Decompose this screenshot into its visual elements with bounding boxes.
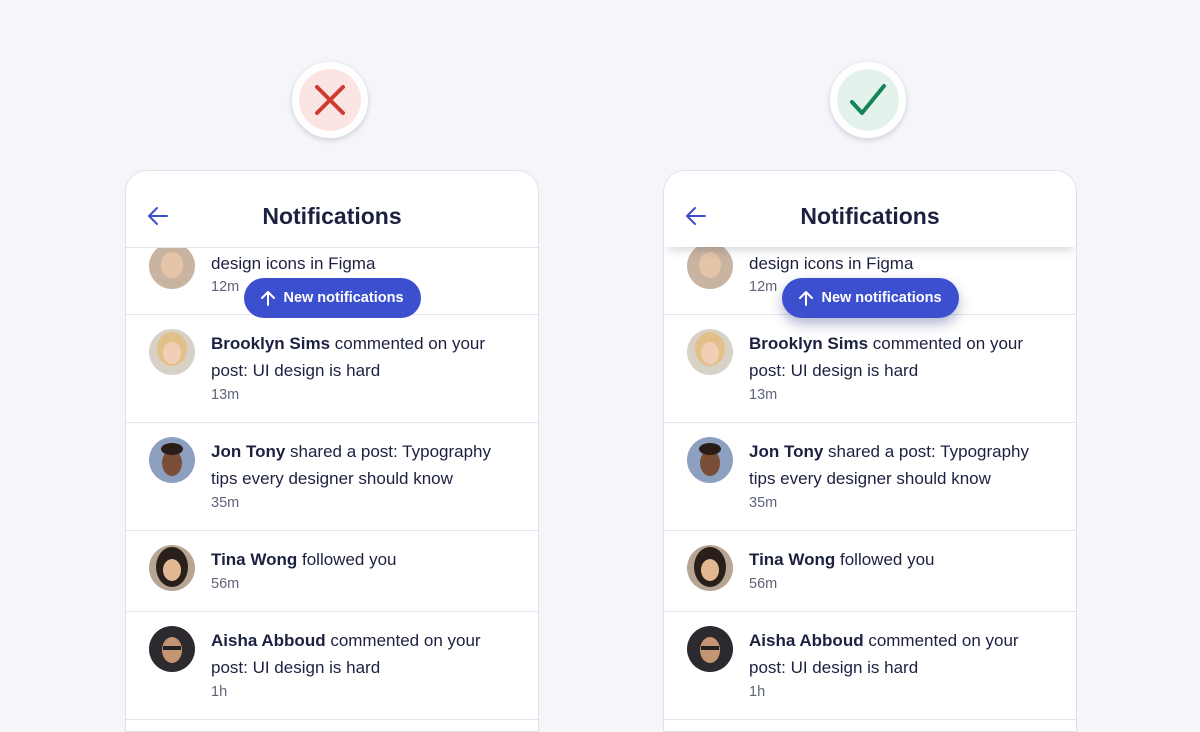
x-icon: [315, 85, 345, 115]
timestamp: 12m: [211, 279, 240, 295]
notification-text: Brooklyn Sims commented on your post: UI…: [749, 334, 1024, 380]
timestamp: 1h: [211, 684, 228, 700]
avatar: [687, 329, 733, 375]
page-title: Notifications: [800, 203, 940, 229]
list-item[interactable]: Aisha Abboud commented on your post: UI …: [664, 612, 1076, 720]
timestamp: 56m: [749, 576, 778, 592]
notification-text: design icons in Figma: [749, 254, 914, 273]
list-item[interactable]: Aisha Abboud commented on your post: UI …: [126, 612, 538, 720]
avatar: [687, 626, 733, 672]
notifications-screen-incorrect: Notifications design icons in Figma 12m …: [125, 170, 539, 732]
notification-text: Tina Wong followed you: [749, 550, 935, 569]
avatar: [149, 329, 195, 375]
avatar: [149, 243, 195, 289]
notification-text: design icons in Figma: [211, 254, 376, 273]
timestamp: 1h: [749, 684, 766, 700]
avatar: [687, 545, 733, 591]
notification-text: Jon Tony shared a post: Typography tips …: [211, 442, 492, 488]
correct-example-badge: [830, 62, 906, 138]
arrow-up-icon: [799, 291, 814, 306]
notification-text: Tina Wong followed you: [211, 550, 397, 569]
notification-text: Jon Tony shared a post: Typography tips …: [749, 442, 1030, 488]
notifications-screen-correct: Notifications design icons in Figma 12m …: [663, 170, 1077, 732]
timestamp: 35m: [749, 495, 778, 511]
list-item[interactable]: Brooklyn Sims commented on your post: UI…: [664, 315, 1076, 423]
list-item[interactable]: Tina Wong followed you 56m: [664, 531, 1076, 612]
timestamp: 13m: [211, 387, 240, 403]
notification-text: Aisha Abboud commented on your post: UI …: [211, 631, 481, 677]
list-item[interactable]: Jon Tony shared a post: Typography tips …: [126, 423, 538, 531]
header: Notifications: [126, 171, 538, 248]
checkmark-icon: [850, 84, 886, 115]
new-notifications-button[interactable]: New notifications: [782, 278, 959, 318]
timestamp: 12m: [749, 279, 778, 295]
avatar: [687, 437, 733, 483]
timestamp: 13m: [749, 387, 778, 403]
list-item[interactable]: Brooklyn Sims commented on your post: UI…: [126, 315, 538, 423]
avatar: [149, 626, 195, 672]
new-notifications-button[interactable]: New notifications: [244, 278, 421, 318]
header: Notifications: [664, 171, 1076, 247]
incorrect-example-badge: [292, 62, 368, 138]
page-title: Notifications: [262, 203, 402, 229]
new-notifications-label: New notifications: [283, 290, 404, 306]
timestamp: 35m: [211, 495, 240, 511]
arrow-up-icon: [261, 291, 276, 306]
notification-text: Brooklyn Sims commented on your post: UI…: [211, 334, 486, 380]
list-item[interactable]: Jon Tony shared a post: Typography tips …: [664, 423, 1076, 531]
list-item[interactable]: Tina Wong followed you 56m: [126, 531, 538, 612]
new-notifications-label: New notifications: [821, 290, 942, 306]
avatar: [149, 437, 195, 483]
avatar: [687, 243, 733, 289]
notification-text: Aisha Abboud commented on your post: UI …: [749, 631, 1019, 677]
timestamp: 56m: [211, 576, 240, 592]
avatar: [149, 545, 195, 591]
